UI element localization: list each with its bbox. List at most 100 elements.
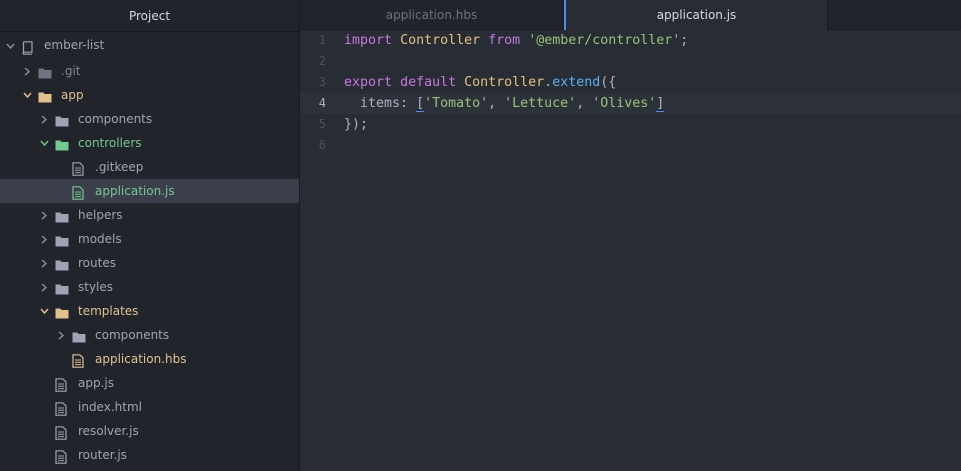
tree-item-label: components	[78, 112, 153, 126]
folder-icon	[55, 112, 69, 127]
file-text-icon	[55, 424, 69, 440]
editor-window: Project ember-list .git app components contr…	[0, 0, 961, 471]
file-text-icon	[72, 184, 86, 200]
line-number: 5	[318, 117, 326, 131]
code-token: [	[416, 96, 425, 112]
code-token: ,	[576, 96, 593, 111]
line-number: 4	[318, 96, 326, 110]
project-tree-panel: Project ember-list .git app components contr…	[0, 0, 300, 471]
chevron-right-icon[interactable]	[23, 59, 33, 83]
chevron-down-icon[interactable]	[40, 299, 50, 323]
code-token: from	[488, 33, 521, 48]
code-text: export default Controller.extend({	[344, 72, 616, 93]
file-item-application-js[interactable]: application.js	[0, 179, 299, 203]
code-token: :	[400, 96, 417, 111]
folder-icon	[55, 136, 69, 151]
file-item-app-js[interactable]: app.js	[0, 371, 299, 395]
line-number: 3	[318, 75, 326, 89]
file-text-icon	[72, 352, 86, 368]
tree-item-label: controllers	[78, 136, 142, 150]
folder-item-git[interactable]: .git	[0, 59, 299, 83]
file-tree: ember-list .git app components controllers .g…	[0, 32, 299, 467]
folder-item-styles[interactable]: styles	[0, 275, 299, 299]
folder-item-helpers[interactable]: helpers	[0, 203, 299, 227]
line-number: 6	[318, 138, 326, 152]
code-token: 'Olives'	[592, 96, 657, 111]
chevron-right-icon[interactable]	[57, 323, 67, 347]
tree-item-label: .git	[61, 64, 81, 78]
code-line[interactable]: 1 import Controller from '@ember/controll…	[300, 30, 961, 51]
tab-bar-empty-space	[828, 0, 961, 29]
repo-icon	[21, 38, 35, 55]
tab-application-hbs[interactable]: application.hbs	[300, 0, 564, 30]
tree-item-label: routes	[78, 256, 116, 270]
tree-item-label: models	[78, 232, 122, 246]
file-item-gitkeep[interactable]: .gitkeep	[0, 155, 299, 179]
chevron-right-icon[interactable]	[40, 203, 50, 227]
folder-item-app[interactable]: app	[0, 83, 299, 107]
chevron-down-icon[interactable]	[23, 83, 33, 107]
code-token: ;	[680, 33, 689, 48]
chevron-right-icon[interactable]	[40, 107, 50, 131]
file-text-icon	[55, 448, 69, 464]
code-token: default	[400, 75, 457, 90]
folder-item-controllers[interactable]: controllers	[0, 131, 299, 155]
code-text: items: ['Tomato', 'Lettuce', 'Olives']	[344, 93, 665, 114]
code-token: Controller	[400, 33, 481, 48]
tab-bar: application.hbs application.js	[300, 0, 961, 30]
code-text: import Controller from '@ember/controlle…	[344, 30, 688, 51]
chevron-right-icon[interactable]	[40, 275, 50, 299]
folder-icon	[55, 280, 69, 295]
code-token: extend	[552, 75, 601, 90]
folder-item-components[interactable]: components	[0, 107, 299, 131]
tree-item-label: router.js	[78, 448, 127, 462]
file-item-index-html[interactable]: index.html	[0, 395, 299, 419]
folder-icon	[38, 64, 52, 79]
file-text-icon	[72, 160, 86, 176]
code-line[interactable]: 5});	[300, 114, 961, 135]
code-text: });	[344, 114, 368, 135]
file-item-router-js[interactable]: router.js	[0, 443, 299, 467]
chevron-down-icon[interactable]	[40, 131, 50, 155]
folder-item-models[interactable]: models	[0, 227, 299, 251]
tree-item-label: application.hbs	[95, 352, 187, 366]
code-token: import	[344, 33, 393, 48]
folder-icon	[38, 88, 52, 103]
folder-icon	[55, 256, 69, 271]
chevron-right-icon[interactable]	[40, 227, 50, 251]
folder-item-components[interactable]: components	[0, 323, 299, 347]
chevron-right-icon[interactable]	[40, 251, 50, 275]
code-token: 'Lettuce'	[504, 96, 577, 111]
code-line[interactable]: 4 items: ['Tomato', 'Lettuce', 'Olives']	[300, 93, 961, 114]
folder-item-routes[interactable]: routes	[0, 251, 299, 275]
tree-item-label: .gitkeep	[95, 160, 144, 174]
tree-item-label: app	[61, 88, 84, 102]
file-item-application-hbs[interactable]: application.hbs	[0, 347, 299, 371]
code-token: .	[544, 75, 553, 90]
code-editor[interactable]: 1 import Controller from '@ember/controll…	[300, 30, 961, 471]
file-item-resolver-js[interactable]: resolver.js	[0, 419, 299, 443]
tree-item-label: helpers	[78, 208, 123, 222]
tree-item-label: templates	[78, 304, 139, 318]
tree-item-label: components	[95, 328, 170, 342]
tree-item-label: index.html	[78, 400, 142, 414]
folder-icon	[55, 232, 69, 247]
code-token: 'Tomato'	[424, 96, 489, 111]
code-line[interactable]: 2	[300, 51, 961, 72]
file-text-icon	[55, 400, 69, 416]
line-number: 1	[318, 33, 326, 47]
file-text-icon	[55, 376, 69, 392]
folder-icon	[55, 304, 69, 319]
code-token: });	[344, 117, 369, 132]
code-line[interactable]: 6	[300, 135, 961, 156]
code-token: ({	[600, 75, 617, 90]
code-line[interactable]: 3 export default Controller.extend({	[300, 72, 961, 93]
folder-item-ember-list[interactable]: ember-list	[0, 32, 299, 59]
folder-item-templates[interactable]: templates	[0, 299, 299, 323]
tree-item-label: application.js	[95, 184, 175, 198]
tab-application-js[interactable]: application.js	[564, 0, 828, 30]
project-panel-title: Project	[0, 0, 299, 32]
chevron-down-icon[interactable]	[6, 32, 16, 56]
